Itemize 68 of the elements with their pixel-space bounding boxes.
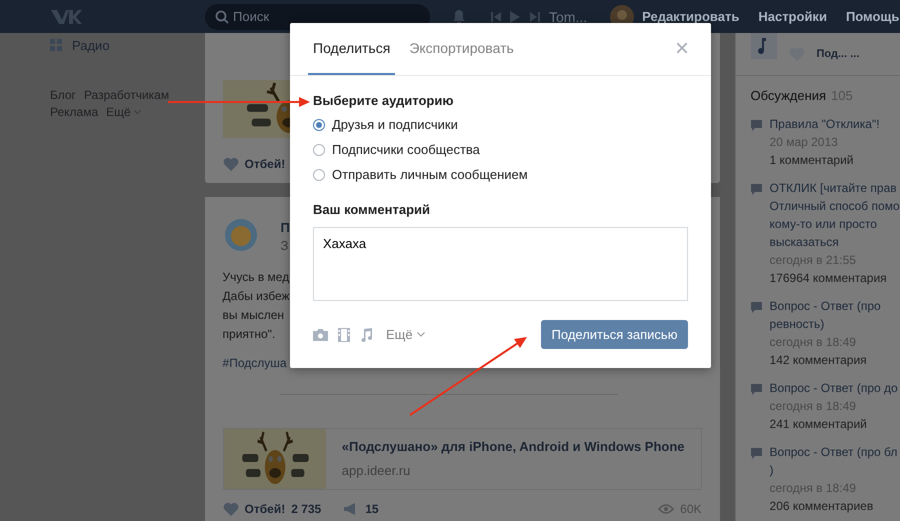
comment-icon bbox=[750, 384, 762, 395]
grid-icon bbox=[50, 39, 62, 51]
like-count: 2 735 bbox=[291, 502, 322, 516]
link-url: app.ideer.ru bbox=[342, 463, 410, 478]
comment-count[interactable]: 206 комментариев bbox=[770, 499, 874, 513]
film-icon[interactable] bbox=[338, 328, 350, 342]
author-name[interactable]: П bbox=[280, 220, 290, 235]
post-text: вы мыслен bbox=[222, 308, 284, 322]
discussion-title[interactable]: Вопрос - Ответ (про бл bbox=[770, 445, 898, 459]
bell-icon[interactable] bbox=[452, 8, 466, 24]
discussion-title[interactable]: кому-то или просто bbox=[770, 217, 877, 231]
post-text: приятно". bbox=[222, 327, 276, 341]
camera-icon[interactable] bbox=[313, 328, 328, 340]
comment-icon bbox=[750, 448, 762, 459]
caret-icon bbox=[416, 332, 425, 337]
radio-label[interactable]: Друзья и подписчики bbox=[332, 117, 458, 132]
header-link[interactable]: Помощь bbox=[846, 9, 900, 24]
discussion-title[interactable]: ) bbox=[770, 463, 774, 477]
heart-icon[interactable] bbox=[222, 502, 239, 516]
hashtag-link[interactable]: #Подслуша bbox=[222, 356, 287, 370]
repost-count: 15 bbox=[365, 502, 379, 516]
share-button[interactable]: Поделиться записью bbox=[541, 320, 688, 349]
audience-title: Выберите аудиторию bbox=[313, 93, 454, 108]
comment-count[interactable]: 1 комментарий bbox=[770, 153, 854, 167]
like-label[interactable]: Отбей! bbox=[244, 157, 286, 171]
radio-button[interactable] bbox=[313, 168, 325, 180]
discussion-title[interactable]: Вопрос - Ответ (про до bbox=[770, 381, 898, 395]
section-title: Обсуждения bbox=[750, 88, 826, 103]
music-icon[interactable] bbox=[750, 33, 777, 59]
radio-label[interactable]: Отправить личным сообщением bbox=[332, 167, 528, 182]
close-button[interactable]: × bbox=[670, 23, 693, 75]
play-icon[interactable] bbox=[509, 10, 521, 24]
eye-icon bbox=[658, 504, 674, 514]
discussion-title[interactable]: Правила "Отклика"! bbox=[770, 117, 880, 131]
header-link[interactable]: Редактировать bbox=[642, 9, 740, 24]
discussion-title[interactable]: высказаться bbox=[770, 235, 839, 249]
link-card[interactable]: «Подслушано» для iPhone, Android и Windows Phone app.ideer.ru bbox=[222, 428, 702, 490]
menu-item[interactable]: Радио bbox=[50, 36, 205, 54]
comment-count[interactable]: 241 комментарий bbox=[770, 417, 867, 431]
comment-icon bbox=[750, 184, 762, 195]
header-link[interactable]: Настройки bbox=[758, 9, 827, 24]
music-icon[interactable] bbox=[360, 328, 372, 342]
discussion-title[interactable]: ревность) bbox=[770, 317, 824, 331]
radio-label[interactable]: Подписчики сообщества bbox=[332, 142, 480, 157]
dialog-tab[interactable]: Поделиться bbox=[308, 23, 396, 75]
next-icon[interactable] bbox=[529, 10, 541, 22]
more-link[interactable]: Ещё bbox=[386, 327, 425, 342]
discussion-title[interactable]: ОТКЛИК [читайте прав bbox=[770, 181, 897, 195]
radio-button[interactable] bbox=[313, 144, 325, 156]
group-title[interactable]: Под... ... bbox=[816, 48, 860, 60]
caret-icon bbox=[134, 110, 141, 114]
post-date: З bbox=[280, 238, 288, 253]
comment-count[interactable]: 176964 комментария bbox=[770, 271, 887, 285]
comment-icon bbox=[750, 302, 762, 313]
like-label[interactable]: Отбей! bbox=[244, 502, 286, 516]
discussion-title[interactable]: Вопрос - Ответ (про bbox=[770, 299, 881, 313]
comment-title: Ваш комментарий bbox=[313, 202, 432, 217]
comment-field[interactable]: Хахаха bbox=[313, 227, 688, 301]
post-text: Учусь в мед bbox=[222, 270, 290, 284]
discussion-title[interactable]: Отличный способ помо bbox=[770, 199, 900, 213]
post-text: Дабы избеж bbox=[222, 289, 290, 303]
radio-button[interactable] bbox=[313, 118, 325, 130]
comment-count[interactable]: 142 комментария bbox=[770, 353, 867, 367]
link-title[interactable]: «Подслушано» для iPhone, Android и Windows Phone bbox=[342, 439, 685, 454]
comment-icon bbox=[750, 120, 762, 131]
heart-icon[interactable] bbox=[222, 157, 239, 171]
previous-icon[interactable] bbox=[490, 10, 502, 22]
track-title[interactable]: Tom... bbox=[549, 8, 588, 24]
